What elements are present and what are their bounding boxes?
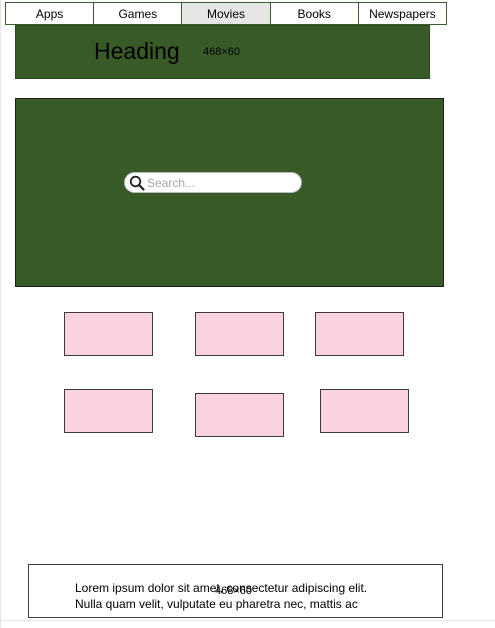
search-input[interactable] bbox=[147, 175, 292, 190]
heading-banner: Heading 468×60 bbox=[15, 25, 430, 79]
card-2[interactable] bbox=[195, 312, 284, 356]
tab-books[interactable]: Books bbox=[271, 3, 359, 24]
card-4[interactable] bbox=[64, 389, 153, 433]
footer-box: Lorem ipsum dolor sit amet, consectetur … bbox=[28, 564, 443, 618]
hero-panel bbox=[15, 98, 444, 287]
tab-newspapers[interactable]: Newspapers bbox=[359, 3, 446, 24]
tab-apps[interactable]: Apps bbox=[6, 3, 95, 24]
tab-bar: Apps Games Movies Books Newspapers bbox=[5, 2, 447, 25]
tab-games[interactable]: Games bbox=[94, 3, 183, 24]
banner-size-label: 468×60 bbox=[203, 46, 241, 58]
footer-line-2: Nulla quam velit, vulputate eu pharetra … bbox=[75, 597, 358, 611]
card-3[interactable] bbox=[315, 312, 404, 356]
footer-size-label: 468×60 bbox=[215, 585, 253, 597]
card-1[interactable] bbox=[64, 312, 153, 356]
card-6[interactable] bbox=[320, 389, 409, 433]
tab-movies[interactable]: Movies bbox=[182, 3, 271, 24]
page-bottom-line bbox=[0, 620, 495, 621]
search-icon[interactable] bbox=[127, 173, 147, 192]
page-left-border bbox=[0, 0, 1, 628]
search-box[interactable] bbox=[124, 172, 302, 193]
card-5[interactable] bbox=[195, 393, 284, 437]
page-heading: Heading bbox=[94, 38, 180, 64]
